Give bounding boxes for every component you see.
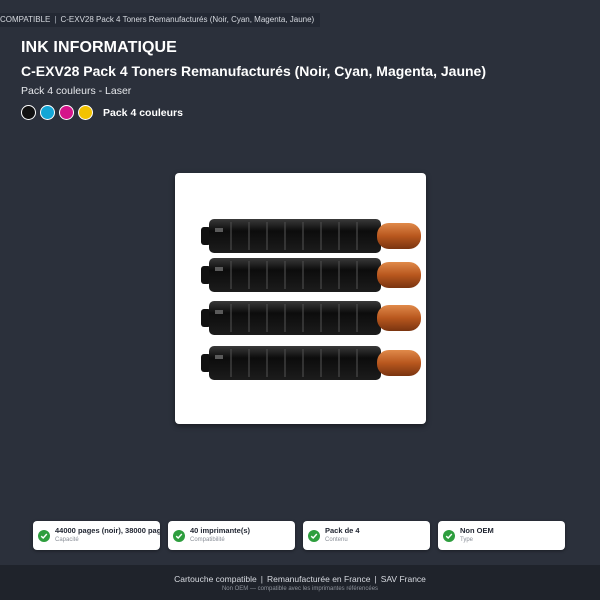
color-swatches: Pack 4 couleurs	[21, 105, 183, 120]
feature-caption: Compatibilité	[190, 537, 225, 543]
swatch-label: Pack 4 couleurs	[103, 106, 183, 119]
breadcrumb-category[interactable]: COMPATIBLE	[0, 15, 50, 24]
product-image-card[interactable]	[175, 173, 426, 424]
feature-value: 40 imprimante(s)	[190, 526, 251, 535]
toner-cartridges-image	[200, 218, 422, 381]
feature-caption: Contenu	[325, 537, 348, 543]
swatch-yellow[interactable]	[78, 105, 93, 120]
check-icon	[443, 529, 455, 542]
check-icon	[308, 529, 320, 542]
brand-name: INK INFORMATIQUE	[21, 39, 177, 56]
footer-item: Remanufacturée en France	[267, 574, 371, 584]
feature-caption: Type	[460, 537, 474, 543]
feature-compatibility: 40 imprimante(s) Compatibilité	[168, 521, 295, 550]
swatch-black[interactable]	[21, 105, 36, 120]
feature-value: Non OEM	[460, 526, 494, 535]
product-subtitle: Pack 4 couleurs - Laser	[21, 85, 132, 97]
check-icon	[38, 529, 50, 542]
feature-type: Non OEM Type	[438, 521, 565, 550]
footer-separator: |	[374, 574, 377, 584]
breadcrumb-current: C-EXV28 Pack 4 Toners Remanufacturés (No…	[60, 15, 315, 24]
breadcrumb: COMPATIBLE | C-EXV28 Pack 4 Toners Remanuf…	[0, 13, 321, 27]
swatch-cyan[interactable]	[40, 105, 55, 120]
feature-caption: Capacité	[55, 537, 79, 543]
page-title: C-EXV28 Pack 4 Toners Remanufacturés (No…	[21, 63, 487, 79]
feature-list: 44000 pages (noir), 38000 pages Capacité…	[33, 521, 565, 550]
footer-separator: |	[260, 574, 263, 584]
footer-item: SAV France	[380, 574, 426, 584]
feature-value: 44000 pages (noir), 38000 pages	[55, 526, 160, 535]
footer-links: Cartouche compatible | Remanufacturée en F…	[0, 565, 600, 584]
feature-value: Pack de 4	[325, 526, 360, 535]
footer-item: Cartouche compatible	[174, 574, 257, 584]
footer-note: Non OEM — compatible avec les imprimante…	[221, 586, 379, 592]
breadcrumb-separator: |	[54, 15, 57, 24]
check-icon	[173, 529, 185, 542]
feature-content: Pack de 4 Contenu	[303, 521, 430, 550]
footer: Cartouche compatible | Remanufacturée en F…	[0, 565, 600, 600]
swatch-magenta[interactable]	[59, 105, 74, 120]
feature-capacity: 44000 pages (noir), 38000 pages Capacité	[33, 521, 160, 550]
